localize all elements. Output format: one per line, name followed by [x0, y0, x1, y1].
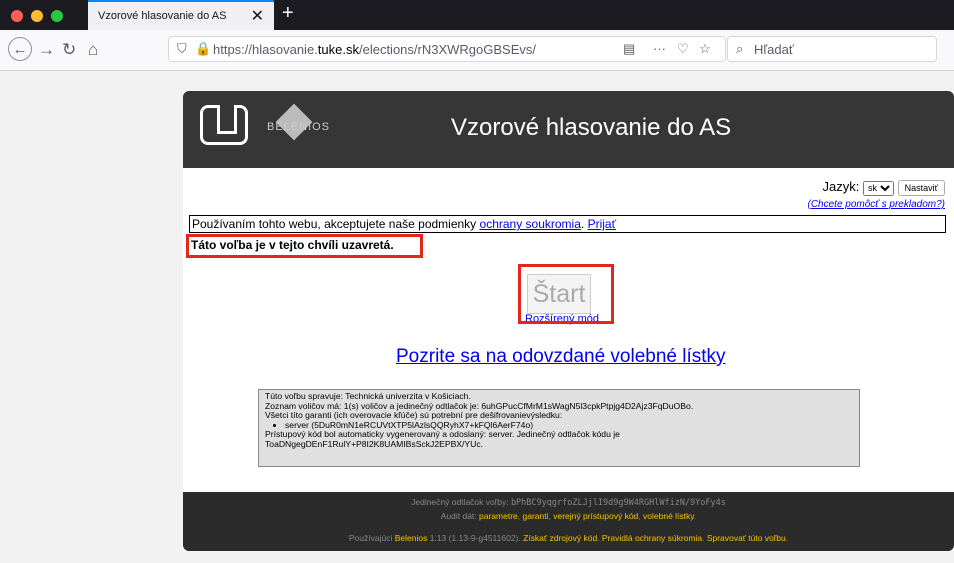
audit-ballots-link[interactable]: volebné lístky: [643, 511, 694, 521]
set-language-button[interactable]: Nastaviť: [897, 180, 945, 196]
address-bar[interactable]: ⛉ 🔒 https://hlasovanie.tuke.sk/elections…: [168, 36, 726, 62]
belenios-logo: BELENIOS: [267, 121, 331, 133]
new-tab-button[interactable]: +: [282, 2, 294, 25]
navigation-bar: ← → ↻ ⌂ ⛉ 🔒 https://hlasovanie.tuke.sk/e…: [0, 30, 954, 71]
maximize-window-button[interactable]: [51, 10, 63, 22]
page-header: BELENIOS Vzorové hlasovanie do AS: [183, 91, 954, 168]
admin-election-link[interactable]: Spravovať túto voľbu: [707, 533, 786, 543]
page-footer: Jedinečný odtlačok voľby: bPhBC9yqgrfoZL…: [183, 492, 954, 551]
close-tab-icon[interactable]: ✕: [251, 6, 264, 26]
accept-cookies-link[interactable]: Prijať: [588, 217, 617, 231]
election-page: BELENIOS Vzorové hlasovanie do AS Jazyk:…: [183, 91, 954, 551]
tab-bar: Vzorové hlasovanie do AS ✕ +: [0, 0, 954, 30]
window-controls: [11, 10, 63, 22]
source-code-link[interactable]: Získať zdrojový kód: [523, 533, 597, 543]
close-window-button[interactable]: [11, 10, 23, 22]
translate-help-link[interactable]: (Chcete pomôcť s prekladom?): [808, 199, 946, 210]
language-label: Jazyk:: [822, 179, 860, 194]
audit-trustees-link[interactable]: garanti: [523, 511, 549, 521]
election-fingerprint: bPhBC9yqgrfoZLJjlI9d9g9W4RGHlWfizN/9YoFy…: [510, 498, 726, 508]
page-actions-icon[interactable]: ···: [653, 41, 666, 56]
shield-icon[interactable]: ⛉: [177, 41, 187, 57]
language-selector: Jazyk: sk Nastaviť: [823, 179, 945, 196]
tab-title: Vzorové hlasovanie do AS: [98, 10, 227, 22]
forward-button[interactable]: →: [38, 40, 55, 60]
cookie-notice: Používaním tohto webu, akceptujete naše …: [189, 215, 946, 233]
tuke-logo[interactable]: [200, 105, 248, 145]
election-info-box: Túto voľbu spravuje: Technická univerzit…: [258, 389, 860, 467]
highlight-box-start: [518, 264, 614, 324]
language-select[interactable]: sk: [862, 180, 894, 196]
minimize-window-button[interactable]: [31, 10, 43, 22]
audit-public-creds-link[interactable]: verejný prístupový kód: [553, 511, 638, 521]
search-placeholder: Hľadať: [754, 42, 794, 57]
belenios-link[interactable]: Belenios: [395, 533, 428, 543]
back-button[interactable]: ←: [8, 37, 32, 61]
privacy-link[interactable]: ochrany soukromia: [480, 217, 581, 231]
search-box[interactable]: ⌕ Hľadať: [727, 36, 937, 62]
pocket-icon[interactable]: ♡: [677, 41, 689, 57]
url-text[interactable]: https://hlasovanie.tuke.sk/elections/rN3…: [213, 42, 536, 57]
lock-icon[interactable]: 🔒: [195, 41, 211, 57]
bookmark-star-icon[interactable]: ☆: [699, 41, 711, 57]
audit-parameters-link[interactable]: parametre: [479, 511, 518, 521]
highlight-box-closed: [186, 234, 423, 258]
view-ballots-link[interactable]: Pozrite sa na odovzdané volebné lístky: [396, 346, 726, 368]
reload-button[interactable]: ↻: [62, 40, 76, 60]
footer-privacy-link[interactable]: Pravidlá ochrany súkromia: [602, 533, 702, 543]
home-button[interactable]: ⌂: [88, 40, 98, 60]
browser-tab[interactable]: Vzorové hlasovanie do AS ✕: [88, 0, 274, 30]
search-icon: ⌕: [736, 41, 744, 56]
reader-view-icon[interactable]: ▤: [623, 41, 635, 57]
page-title: Vzorové hlasovanie do AS: [451, 114, 732, 141]
